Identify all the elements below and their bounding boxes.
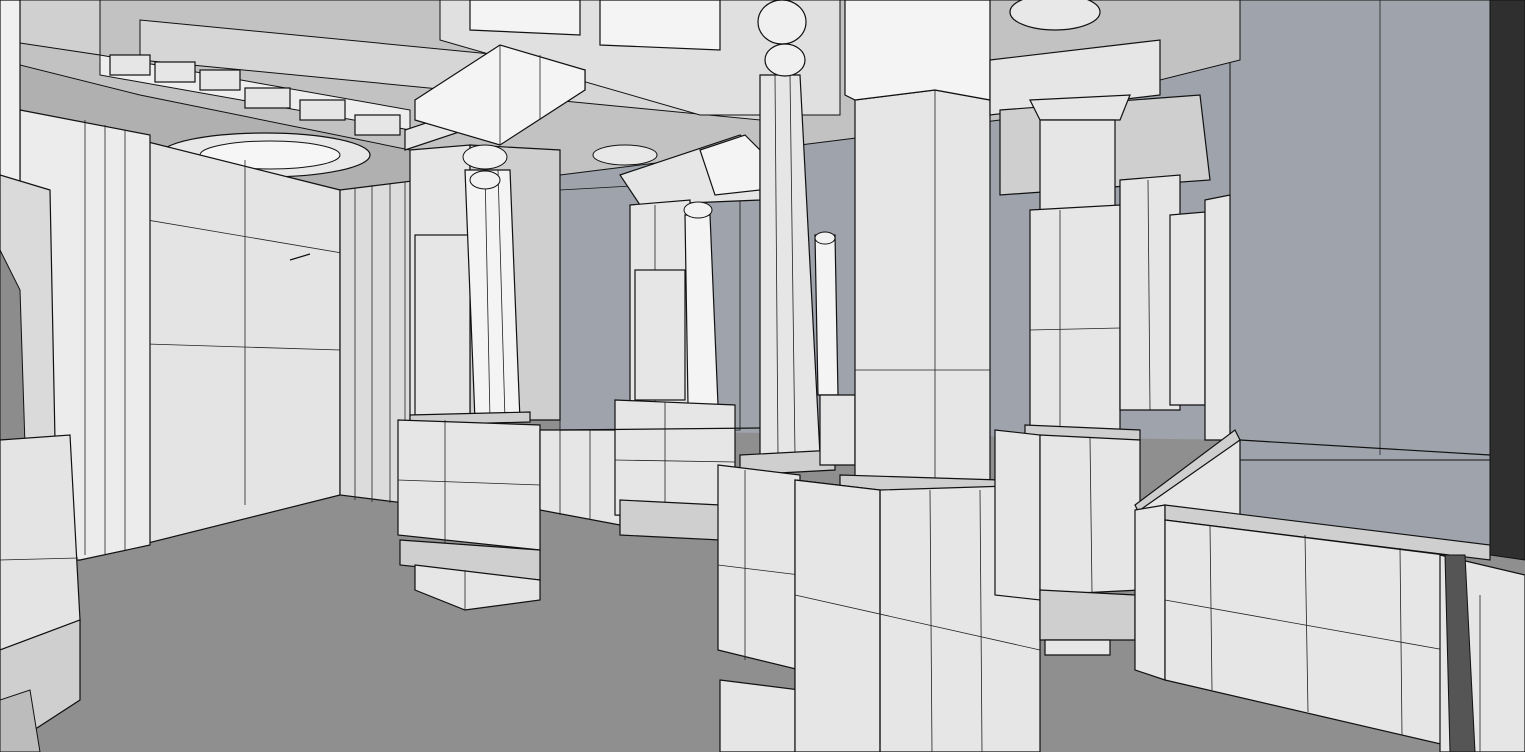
ceiling-coffer-panel — [599, 0, 721, 51]
sky-panel — [1229, 0, 1501, 461]
foreground-left-base — [0, 434, 81, 651]
ceiling-vent — [592, 144, 658, 166]
ceiling-coffer-panel — [469, 0, 581, 36]
right-edge-frame — [1489, 0, 1525, 561]
3d-viewport[interactable] — [0, 0, 1525, 752]
column-far-narrow — [814, 234, 839, 396]
low-wall-back — [539, 429, 621, 526]
wireframe-scene[interactable] — [0, 0, 1525, 752]
